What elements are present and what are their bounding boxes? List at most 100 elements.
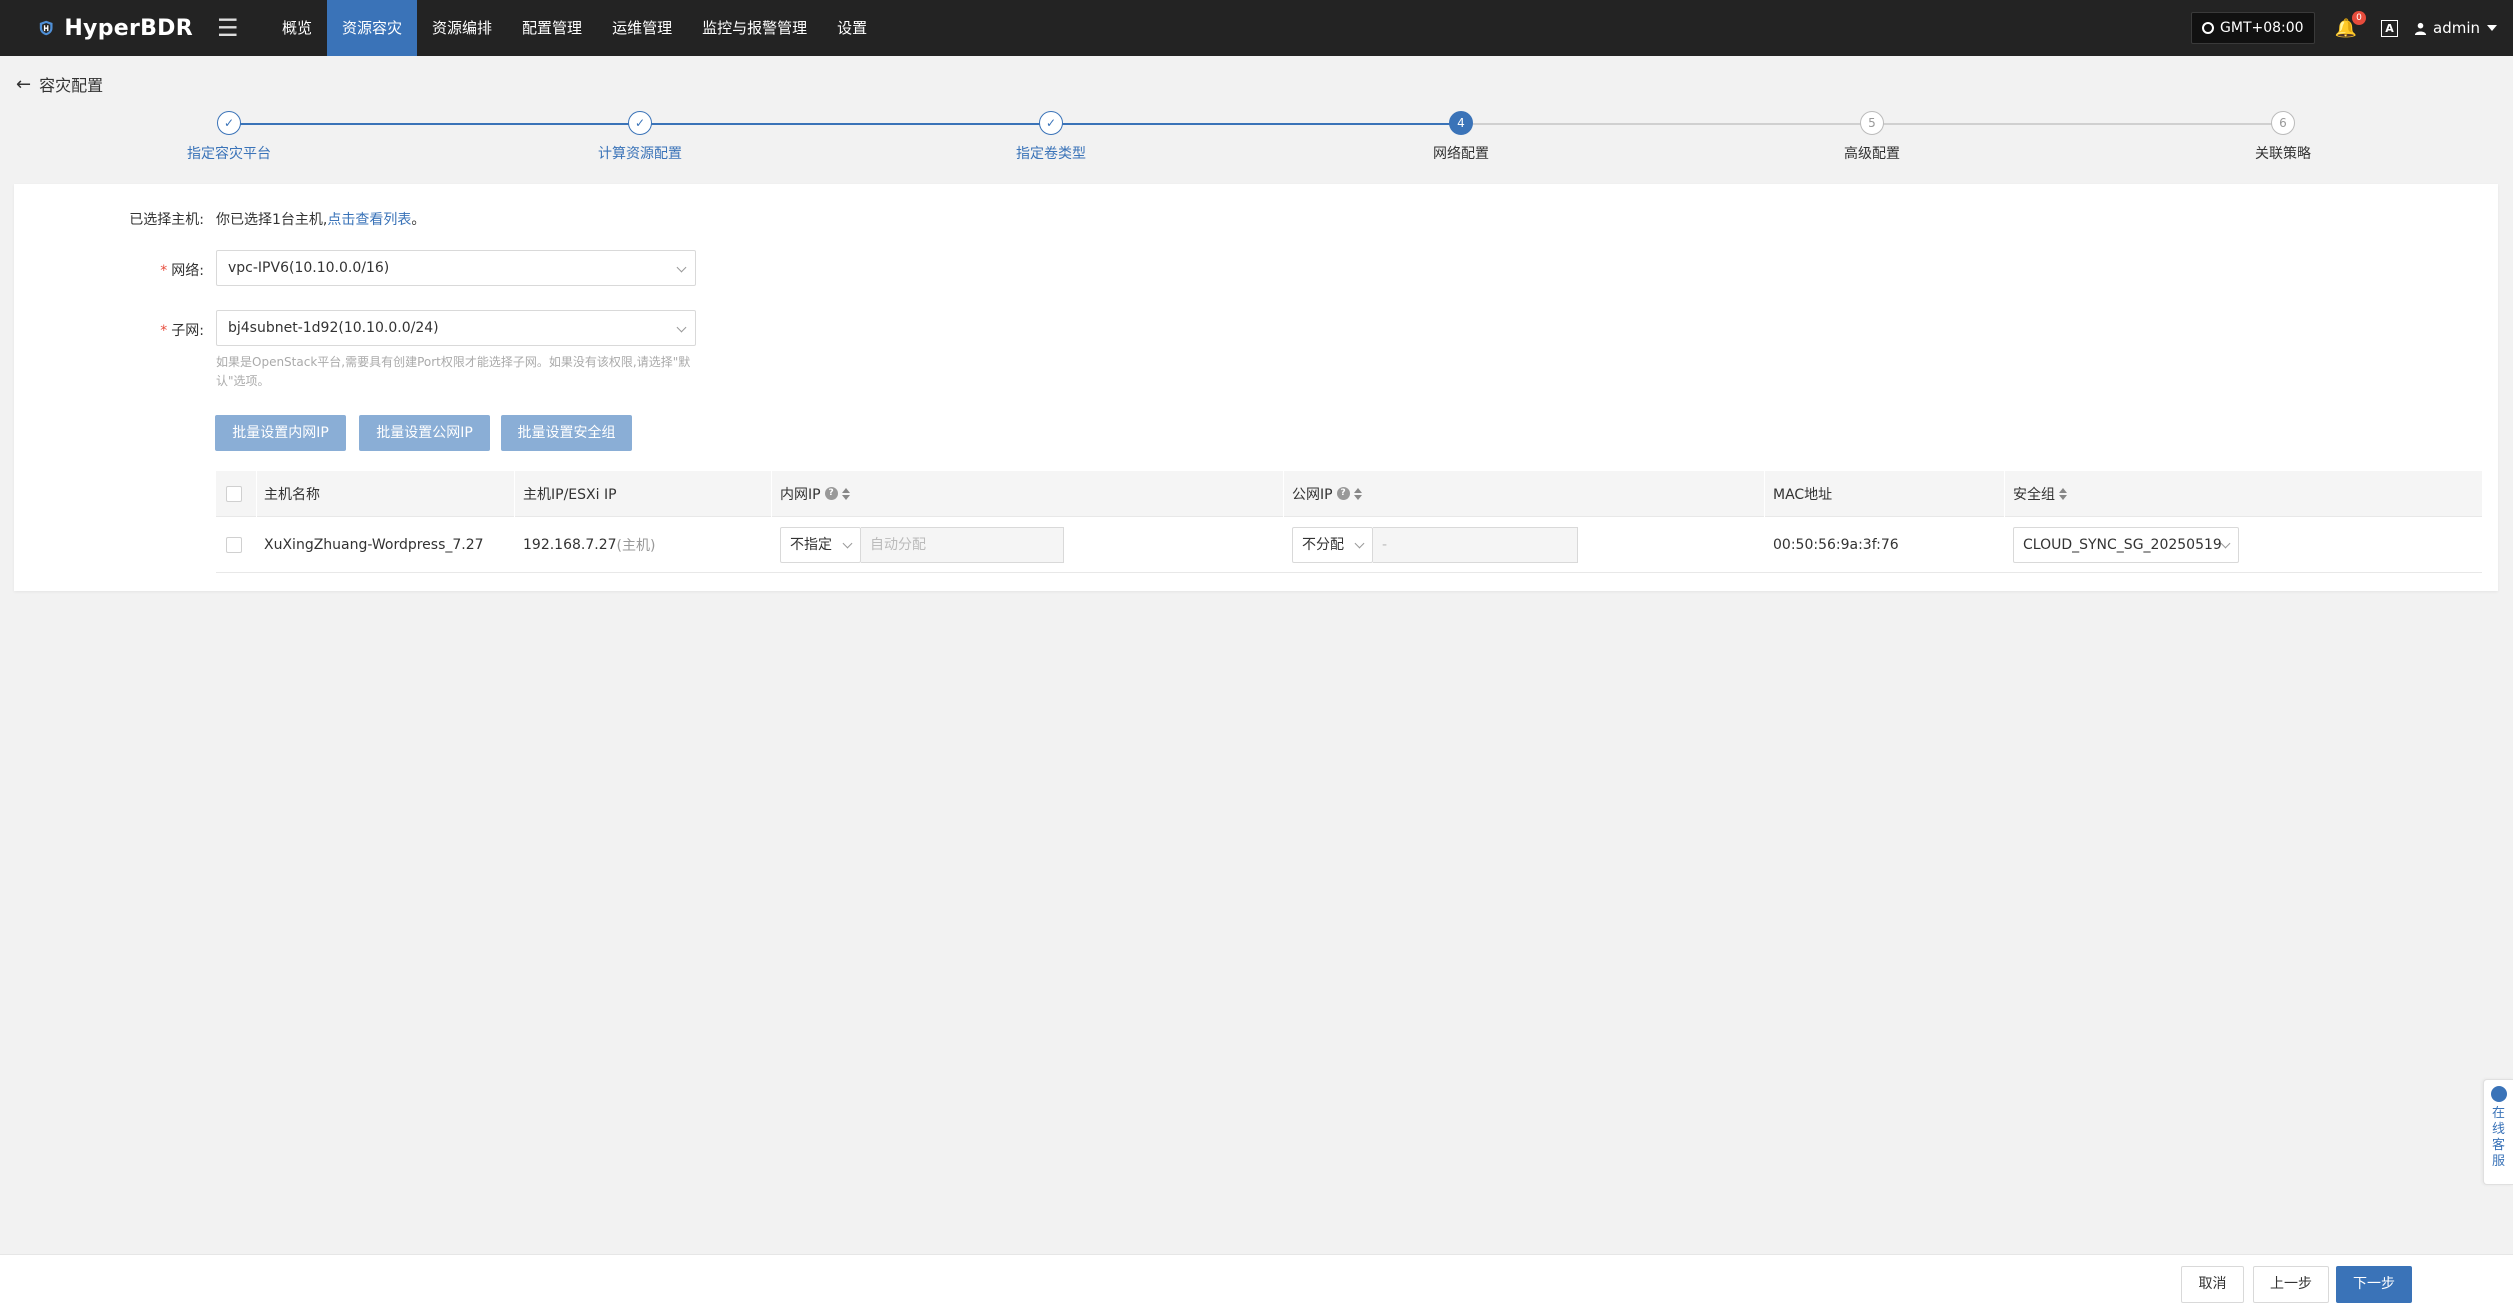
step-1[interactable]: ✓ 指定容灾平台 xyxy=(129,108,329,163)
step-number: 4 xyxy=(1449,111,1473,135)
clock-icon xyxy=(2202,22,2215,34)
security-group-cell: CLOUD_SYNC_SG_20250519 xyxy=(2013,517,2239,572)
main-nav: 概览 资源容灾 资源编排 配置管理 运维管理 监控与报警管理 设置 xyxy=(267,0,882,56)
nav-resource-orchestration[interactable]: 资源编排 xyxy=(417,0,507,56)
col-mac: MAC地址 xyxy=(1773,486,1833,503)
select-all-checkbox-cell xyxy=(226,471,242,516)
subnet-hint: 如果是OpenStack平台,需要具有创建Port权限才能选择子网。如果没有该权… xyxy=(216,355,691,388)
chevron-down-icon xyxy=(842,538,853,548)
nav-ops-management[interactable]: 运维管理 xyxy=(597,0,687,56)
app-name: HyperBDR xyxy=(64,15,193,41)
chevron-down-icon xyxy=(676,322,687,333)
chevron-down-icon xyxy=(676,262,687,273)
headset-icon xyxy=(2490,1086,2507,1102)
back-button[interactable]: ← 容灾配置 xyxy=(16,72,103,96)
top-right-tools: GMT+08:00 🔔 0 A admin xyxy=(2191,0,2513,56)
network-config-card: 已选择主机: 你已选择1台主机,点击查看列表。 * 网络: vpc-IPV6(10… xyxy=(14,184,2498,591)
username: admin xyxy=(2433,19,2480,37)
online-support-widget[interactable]: 在 线 客 服 xyxy=(2483,1079,2513,1185)
subnet-select[interactable]: bj4subnet-1d92(10.10.0.0/24) xyxy=(216,310,696,346)
security-group-select[interactable]: CLOUD_SYNC_SG_20250519 xyxy=(2013,526,2239,563)
public-ip-mode-select[interactable]: 不分配 xyxy=(1292,526,1373,563)
network-select[interactable]: vpc-IPV6(10.10.0.0/16) xyxy=(216,250,696,286)
row-checkbox[interactable] xyxy=(226,536,242,553)
col-security-group: 安全组 xyxy=(2013,471,2067,516)
sort-icon[interactable] xyxy=(1353,487,1362,500)
check-icon: ✓ xyxy=(217,111,241,135)
previous-step-button[interactable]: 上一步 xyxy=(2253,1266,2329,1303)
nav-overview[interactable]: 概览 xyxy=(267,0,327,56)
step-label: 高级配置 xyxy=(1844,146,1900,162)
step-label: 计算资源配置 xyxy=(598,146,682,162)
host-name: XuXingZhuang-Wordpress_7.27 xyxy=(264,536,484,553)
arrow-left-icon: ← xyxy=(16,73,32,95)
step-5: 5 高级配置 xyxy=(1772,108,1972,163)
subnet-label: * 子网: xyxy=(160,323,204,339)
col-private-ip: 内网IP ? xyxy=(780,471,850,516)
check-icon: ✓ xyxy=(628,111,652,135)
wizard-footer: 取消 上一步 下一步 xyxy=(0,1254,2513,1315)
user-icon xyxy=(2414,22,2427,35)
check-icon: ✓ xyxy=(1039,111,1063,135)
private-ip-cell: 不指定 自动分配 xyxy=(780,517,1064,572)
network-value: vpc-IPV6(10.10.0.0/16) xyxy=(228,260,390,276)
top-nav-bar: HyperBDR ☰ 概览 资源容灾 资源编排 配置管理 运维管理 监控与报警管… xyxy=(0,0,2513,56)
batch-set-security-group-button[interactable]: 批量设置安全组 xyxy=(501,415,632,451)
chevron-down-icon xyxy=(2487,25,2497,31)
public-ip-cell: 不分配 - xyxy=(1292,517,1578,572)
host-ip: 192.168.7.27 (主机) xyxy=(523,536,656,554)
step-4: 4 网络配置 xyxy=(1361,108,1561,163)
help-icon[interactable]: ? xyxy=(1336,487,1350,500)
timezone-button[interactable]: GMT+08:00 xyxy=(2191,12,2315,44)
nav-config-management[interactable]: 配置管理 xyxy=(507,0,597,56)
help-icon[interactable]: ? xyxy=(824,487,838,500)
view-host-list-link[interactable]: 点击查看列表 xyxy=(327,212,411,228)
sort-icon[interactable] xyxy=(841,487,850,500)
col-public-ip: 公网IP ? xyxy=(1292,471,1362,516)
step-number: 5 xyxy=(1860,111,1884,135)
private-ip-input[interactable]: 自动分配 xyxy=(861,526,1064,563)
step-label: 指定容灾平台 xyxy=(187,146,271,162)
app-logo[interactable]: HyperBDR xyxy=(38,10,193,46)
user-menu[interactable]: admin xyxy=(2414,19,2497,37)
batch-set-private-ip-button[interactable]: 批量设置内网IP xyxy=(215,415,346,451)
select-all-checkbox[interactable] xyxy=(226,485,242,502)
table-header: 主机名称 主机IP/ESXi IP 内网IP ? 公网IP ? MAC地址 安全… xyxy=(216,471,2482,517)
mac-address: 00:50:56:9a:3f:76 xyxy=(1773,536,1899,553)
selected-hosts-label: 已选择主机: xyxy=(129,212,204,228)
menu-toggle-icon[interactable]: ☰ xyxy=(217,14,245,42)
period: 。 xyxy=(411,212,426,228)
next-step-button[interactable]: 下一步 xyxy=(2336,1266,2412,1303)
wizard-stepper: ✓ 指定容灾平台 ✓ 计算资源配置 ✓ 指定卷类型 4 网络配置 5 高级配置 … xyxy=(0,108,2513,168)
step-3[interactable]: ✓ 指定卷类型 xyxy=(951,108,1151,163)
table-row: XuXingZhuang-Wordpress_7.27 192.168.7.27… xyxy=(216,517,2482,573)
col-host-name: 主机名称 xyxy=(264,486,320,503)
step-label: 网络配置 xyxy=(1433,146,1489,162)
step-number: 6 xyxy=(2271,111,2295,135)
network-label: * 网络: xyxy=(160,263,204,279)
hyperbdr-shield-icon xyxy=(39,20,53,36)
notification-badge: 0 xyxy=(2352,10,2366,25)
nav-settings[interactable]: 设置 xyxy=(822,0,882,56)
sort-icon[interactable] xyxy=(2059,487,2067,500)
col-host-ip: 主机IP/ESXi IP xyxy=(523,486,617,503)
nav-resource-dr[interactable]: 资源容灾 xyxy=(327,0,418,56)
host-network-table: 主机名称 主机IP/ESXi IP 内网IP ? 公网IP ? MAC地址 安全… xyxy=(216,471,2482,573)
cancel-button[interactable]: 取消 xyxy=(2181,1266,2244,1303)
page-title: 容灾配置 xyxy=(39,76,104,95)
selected-hosts-summary: 你已选择1台主机,点击查看列表。 xyxy=(216,209,425,229)
private-ip-mode-select[interactable]: 不指定 xyxy=(780,526,861,563)
step-2[interactable]: ✓ 计算资源配置 xyxy=(540,108,740,163)
step-label: 关联策略 xyxy=(2255,146,2311,162)
step-label: 指定卷类型 xyxy=(1016,146,1086,162)
notification-bell-icon[interactable]: 🔔 0 xyxy=(2335,10,2366,39)
selected-hosts-text: 你已选择1台主机, xyxy=(216,212,328,228)
stepper-line-done xyxy=(229,123,1461,125)
language-icon[interactable]: A xyxy=(2381,19,2398,37)
row-checkbox-cell xyxy=(226,517,242,572)
nav-monitoring-alerts[interactable]: 监控与报警管理 xyxy=(687,0,822,56)
chevron-down-icon xyxy=(2220,538,2231,548)
batch-set-public-ip-button[interactable]: 批量设置公网IP xyxy=(359,415,490,451)
public-ip-input[interactable]: - xyxy=(1373,526,1578,563)
chevron-down-icon xyxy=(1354,538,1365,548)
